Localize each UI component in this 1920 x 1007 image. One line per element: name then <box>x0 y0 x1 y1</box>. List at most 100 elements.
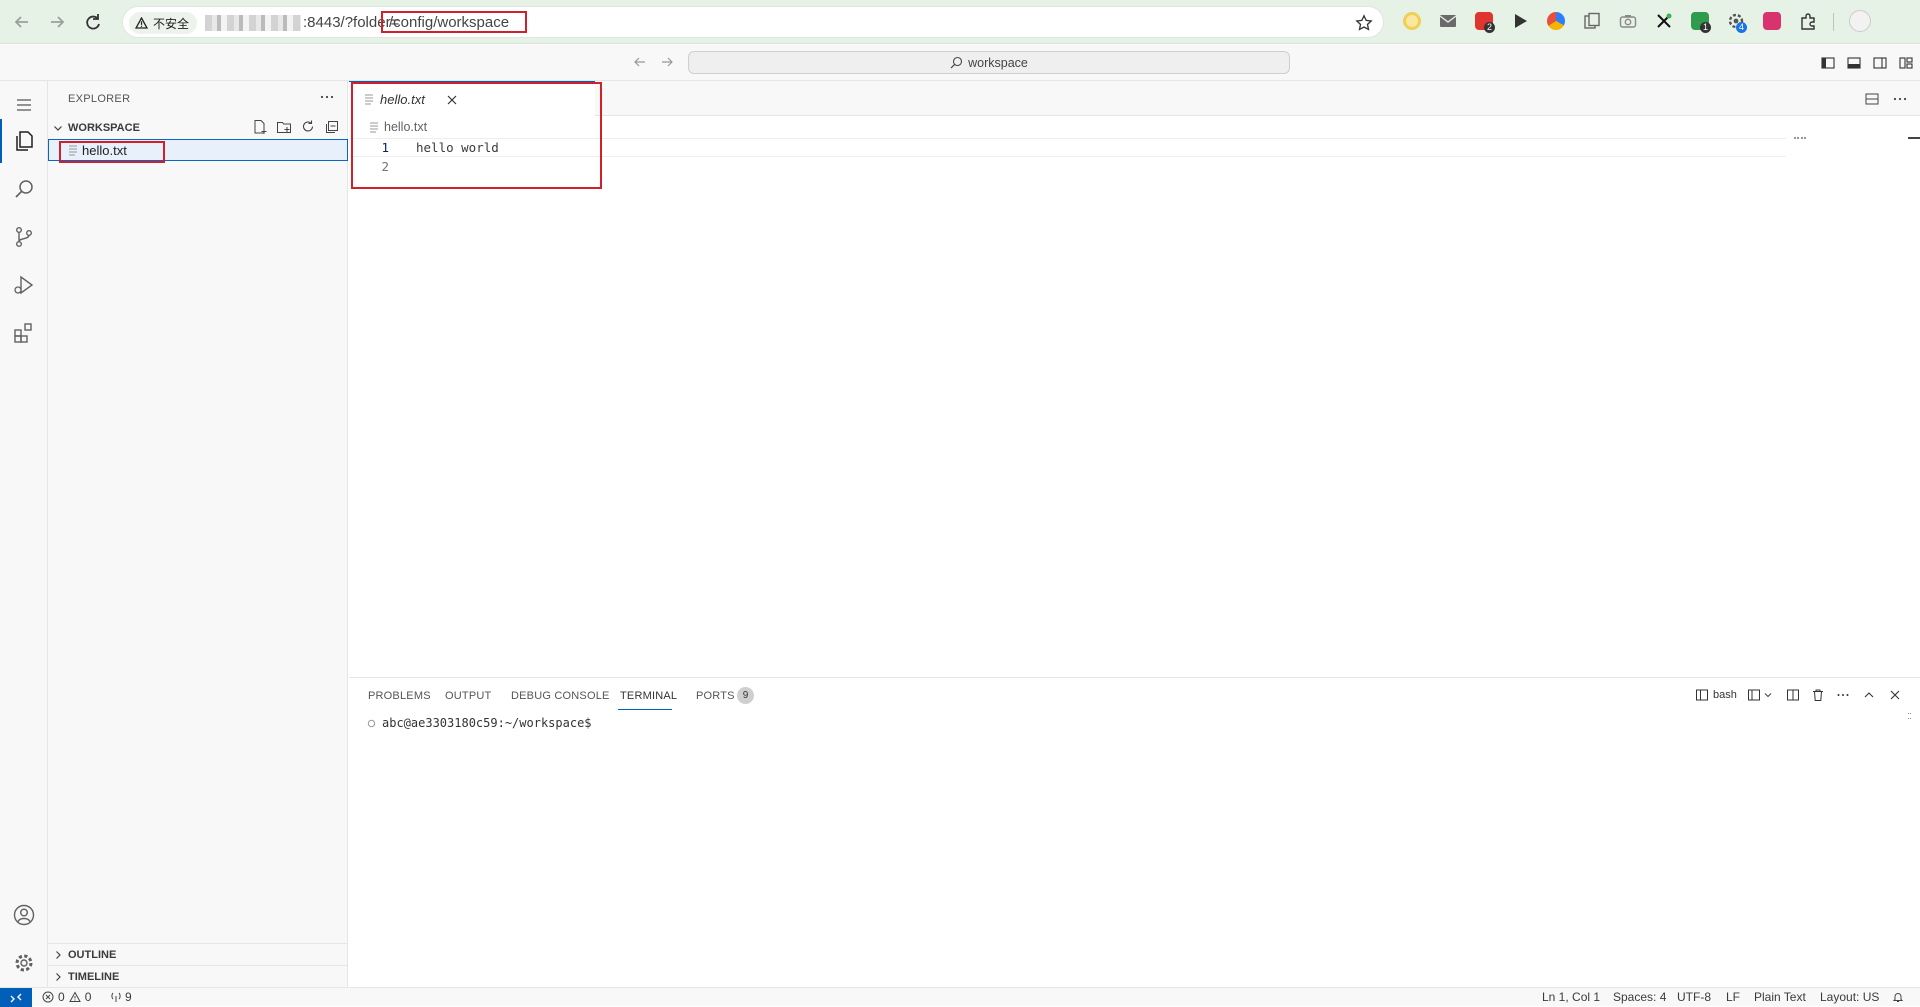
play-icon[interactable] <box>1511 12 1529 30</box>
collapse-all-icon[interactable] <box>324 119 340 135</box>
workspace-section-header[interactable]: WORKSPACE <box>48 117 348 139</box>
terminal-line[interactable]: abc@ae3303180c59:~/workspace$ <box>367 716 592 730</box>
outline-label: OUTLINE <box>68 948 117 961</box>
warning-count: 0 <box>84 990 92 1004</box>
extensions-puzzle-icon[interactable] <box>1799 12 1817 30</box>
chevron-down-icon <box>1763 690 1773 700</box>
terminal-name: bash <box>1713 689 1737 701</box>
terminal-scroll-marker <box>1908 713 1911 719</box>
outline-section-header[interactable]: OUTLINE <box>48 943 348 965</box>
profile-avatar[interactable] <box>1849 10 1871 32</box>
reload-icon[interactable] <box>82 11 104 33</box>
source-control-icon[interactable] <box>0 213 48 261</box>
timeline-section-header[interactable]: TIMELINE <box>48 965 348 987</box>
extension-color-icon[interactable] <box>1547 12 1565 30</box>
command-center-label: workspace <box>968 55 1028 70</box>
ports-status[interactable]: 9 <box>110 990 132 1004</box>
explorer-files-icon[interactable] <box>0 117 48 165</box>
file-tree-item[interactable]: hello.txt <box>48 139 348 163</box>
workspace-label: WORKSPACE <box>68 122 140 134</box>
terminal-instance-selector[interactable]: bash <box>1695 688 1737 702</box>
nav-back-arrow-icon[interactable] <box>632 54 648 70</box>
copy-icon[interactable] <box>1583 12 1601 30</box>
warning-icon <box>68 991 81 1003</box>
toolbar-divider <box>1833 13 1834 31</box>
search-icon[interactable] <box>0 165 48 213</box>
chevron-down-icon <box>52 122 64 134</box>
notifications-bell-icon[interactable] <box>1892 991 1904 1003</box>
back-icon[interactable] <box>11 11 33 33</box>
chevron-right-icon <box>52 949 64 961</box>
problems-status[interactable]: 0 0 <box>42 990 91 1004</box>
run-debug-icon[interactable] <box>0 261 48 309</box>
extensions-icon[interactable] <box>0 309 48 357</box>
encoding[interactable]: UTF-8 <box>1677 990 1711 1004</box>
keyboard-layout[interactable]: Layout: US <box>1820 990 1879 1004</box>
browser-toolbar: 不安全 :8443/?folder= /config/workspace 2 1… <box>0 0 1920 44</box>
nav-forward-arrow-icon[interactable] <box>659 54 675 70</box>
bottom-panel: PROBLEMS OUTPUT DEBUG CONSOLE TERMINAL P… <box>349 677 1920 987</box>
language-mode[interactable]: Plain Text <box>1754 990 1806 1004</box>
security-chip[interactable]: 不安全 <box>129 12 198 34</box>
url-host-redacted <box>205 15 301 31</box>
extension-pink-icon[interactable] <box>1763 12 1781 30</box>
extension-badge: 1 <box>1700 22 1712 33</box>
more-actions-icon[interactable] <box>319 89 335 105</box>
active-tab-underline <box>618 709 672 710</box>
new-folder-icon[interactable] <box>276 119 292 135</box>
split-editor-icon[interactable] <box>1864 91 1880 107</box>
kill-terminal-trash-icon[interactable] <box>1811 688 1825 702</box>
settings-gear-icon[interactable] <box>0 939 48 987</box>
camera-icon[interactable] <box>1619 12 1637 30</box>
split-icon <box>1747 688 1761 702</box>
bookmark-star-icon[interactable] <box>1355 14 1373 32</box>
remote-icon <box>9 991 23 1005</box>
maximize-panel-chevron-up-icon[interactable] <box>1862 688 1876 702</box>
toggle-sidebar-icon[interactable] <box>1820 55 1836 71</box>
ports-status-count: 9 <box>125 990 132 1004</box>
timeline-label: TIMELINE <box>68 970 120 983</box>
tab-ports[interactable]: PORTS <box>696 690 735 702</box>
accounts-icon[interactable] <box>0 891 48 939</box>
search-icon <box>950 56 963 69</box>
end-of-line[interactable]: LF <box>1726 990 1740 1004</box>
overview-ruler-cursor <box>1908 137 1920 139</box>
refresh-icon[interactable] <box>300 119 316 135</box>
close-panel-icon[interactable] <box>1888 688 1902 702</box>
address-bar[interactable]: 不安全 :8443/?folder= /config/workspace <box>122 6 1384 38</box>
cursor-position[interactable]: Ln 1, Col 1 <box>1542 990 1600 1004</box>
status-bar: 0 0 9 Ln 1, Col 1 Spaces: 4 UTF-8 LF Pla… <box>0 987 1920 1007</box>
mail-icon[interactable] <box>1439 12 1457 30</box>
editor-more-icon[interactable] <box>1892 91 1908 107</box>
file-name: hello.txt <box>82 143 127 158</box>
editor-highlight-box <box>351 82 602 189</box>
toggle-secondary-sidebar-icon[interactable] <box>1872 55 1888 71</box>
url-path: /config/workspace <box>389 14 510 31</box>
panel-more-icon[interactable] <box>1836 688 1850 702</box>
terminal-icon <box>1695 688 1709 702</box>
new-file-icon[interactable] <box>252 119 268 135</box>
minimap-dots <box>1794 137 1806 139</box>
tab-terminal[interactable]: TERMINAL <box>620 690 677 702</box>
indentation[interactable]: Spaces: 4 <box>1613 990 1666 1004</box>
tab-problems[interactable]: PROBLEMS <box>368 690 431 702</box>
new-terminal-dropdown[interactable] <box>1747 688 1773 702</box>
prompt-circle-icon <box>367 719 376 728</box>
forward-icon[interactable] <box>46 11 68 33</box>
command-center-search[interactable]: workspace <box>688 51 1290 74</box>
extension-yellow-icon[interactable] <box>1403 12 1421 30</box>
scissors-icon[interactable] <box>1655 12 1673 30</box>
customize-layout-icon[interactable] <box>1898 55 1914 71</box>
tab-debug-console[interactable]: DEBUG CONSOLE <box>511 690 610 702</box>
tab-output[interactable]: OUTPUT <box>445 690 491 702</box>
split-terminal-icon[interactable] <box>1786 688 1800 702</box>
editor-area[interactable]: hello.txt hello.txt 1 hello world 2 <box>349 81 1920 677</box>
activity-bar <box>0 81 48 987</box>
vscode-title-bar: workspace <box>0 45 1920 81</box>
extension-badge: 4 <box>1736 22 1748 33</box>
warning-icon <box>135 17 148 29</box>
remote-indicator[interactable] <box>0 988 32 1007</box>
toggle-panel-icon[interactable] <box>1846 55 1862 71</box>
ports-count-badge: 9 <box>737 687 754 704</box>
error-count: 0 <box>58 990 65 1004</box>
